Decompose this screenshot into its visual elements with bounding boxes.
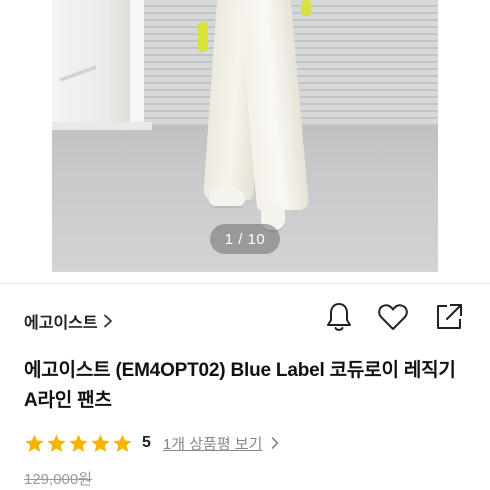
product-image-gallery[interactable]: 1 / 10 <box>0 0 490 275</box>
star-icon <box>113 434 132 452</box>
chevron-right-icon[interactable] <box>270 436 280 450</box>
original-price: 129,000원 <box>24 471 93 488</box>
review-link[interactable]: 1개 상품평 보기 <box>163 433 262 454</box>
star-icon <box>69 434 88 452</box>
section-divider <box>0 283 490 284</box>
star-rating <box>24 433 134 454</box>
brand-name: 에고이스트 <box>24 315 98 332</box>
photo-wall <box>52 0 130 130</box>
rating-score: 5 <box>142 434 151 451</box>
model-sleeve <box>301 0 311 16</box>
model-sleeve <box>198 22 208 52</box>
brand-link[interactable]: 에고이스트 <box>24 306 114 336</box>
image-counter: 1 / 10 <box>210 224 280 254</box>
rating-row: 5 1개 상품평 보기 <box>24 430 280 456</box>
star-icon <box>91 434 110 452</box>
heart-icon[interactable] <box>376 300 410 334</box>
bell-icon[interactable] <box>322 300 356 334</box>
star-icon <box>47 434 66 452</box>
chevron-right-icon <box>102 314 114 328</box>
share-icon[interactable] <box>432 300 466 334</box>
product-actions <box>320 300 470 336</box>
model-shoe <box>209 188 245 206</box>
product-title: 에고이스트 (EM4OPT02) Blue Label 코듀로이 레직기 A라인… <box>24 360 456 411</box>
star-icon <box>25 434 44 452</box>
